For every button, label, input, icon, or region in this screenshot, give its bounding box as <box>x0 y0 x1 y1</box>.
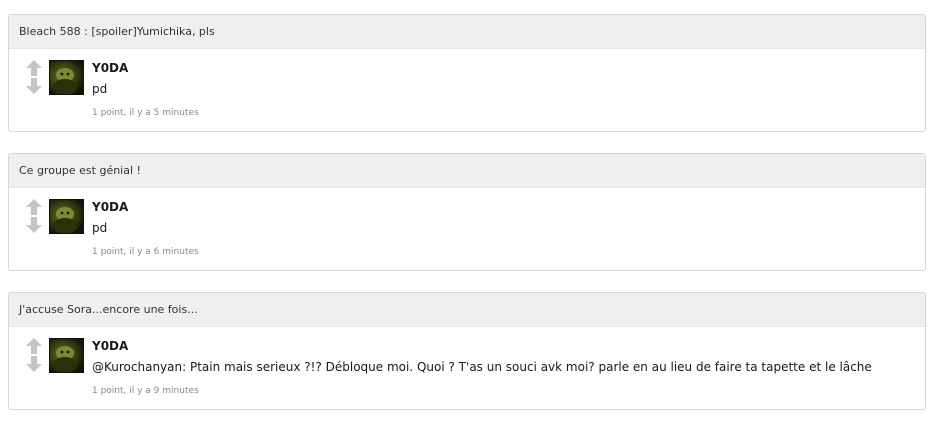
comment-body: Y0DA pd 1 point, il y a 6 minutes <box>9 188 925 270</box>
upvote-arrow-icon[interactable] <box>25 59 43 77</box>
vote-controls <box>25 59 43 95</box>
comment-meta: 1 point, il y a 6 minutes <box>92 247 199 257</box>
thread-title[interactable]: J'accuse Sora...encore une fois... <box>9 293 925 327</box>
downvote-arrow-icon[interactable] <box>25 77 43 95</box>
upvote-arrow-icon[interactable] <box>25 337 43 355</box>
downvote-arrow-icon[interactable] <box>25 216 43 234</box>
author-name[interactable]: Y0DA <box>92 200 128 214</box>
comment-card: Ce groupe est génial ! Y0DA pd 1 point, … <box>8 153 926 271</box>
comment-card: J'accuse Sora...encore une fois... Y0DA … <box>8 292 926 410</box>
author-name[interactable]: Y0DA <box>92 339 128 353</box>
avatar[interactable] <box>49 60 84 95</box>
comment-text: pd <box>92 82 108 96</box>
comment-meta: 1 point, il y a 9 minutes <box>92 386 199 396</box>
avatar[interactable] <box>49 338 84 373</box>
thread-title[interactable]: Ce groupe est génial ! <box>9 154 925 188</box>
comment-text: pd <box>92 221 108 235</box>
thread-title[interactable]: Bleach 588 : [spoiler]Yumichika, pls <box>9 15 925 49</box>
comment-body: Y0DA @Kurochanyan: Ptain mais serieux ?!… <box>9 327 925 409</box>
upvote-arrow-icon[interactable] <box>25 198 43 216</box>
vote-controls <box>25 337 43 373</box>
comment-text: @Kurochanyan: Ptain mais serieux ?!? Déb… <box>92 360 872 374</box>
comment-card: Bleach 588 : [spoiler]Yumichika, pls Y0D… <box>8 14 926 132</box>
comment-meta: 1 point, il y a 5 minutes <box>92 108 199 118</box>
vote-controls <box>25 198 43 234</box>
author-name[interactable]: Y0DA <box>92 61 128 75</box>
comment-body: Y0DA pd 1 point, il y a 5 minutes <box>9 49 925 131</box>
downvote-arrow-icon[interactable] <box>25 355 43 373</box>
avatar[interactable] <box>49 199 84 234</box>
